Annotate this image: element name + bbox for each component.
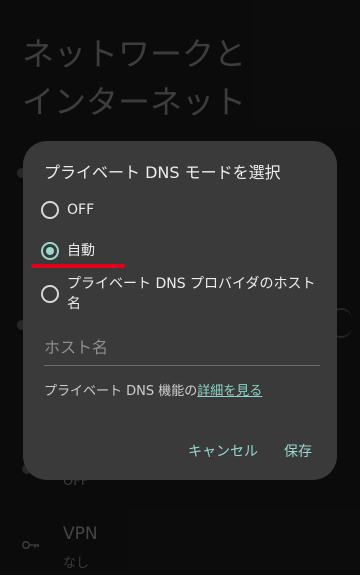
- red-annotation-underline: [31, 264, 125, 268]
- radio-button-auto[interactable]: [41, 242, 59, 260]
- radio-label-off: OFF: [67, 202, 95, 218]
- radio-option-auto[interactable]: 自動: [41, 241, 331, 263]
- hostname-field[interactable]: [44, 333, 320, 366]
- save-button[interactable]: 保存: [284, 441, 312, 461]
- cancel-button[interactable]: キャンセル: [188, 441, 258, 461]
- info-text: プライベート DNS 機能の詳細を見る: [44, 380, 262, 399]
- radio-button-off[interactable]: [41, 201, 59, 219]
- private-dns-dialog: プライベート DNS モードを選択 OFF 自動 プライベート DNS プロバイ…: [23, 141, 337, 480]
- radio-option-off[interactable]: OFF: [41, 200, 331, 222]
- radio-label-hostname-line1: プライベート DNS プロバイダのホスト: [67, 276, 316, 292]
- radio-button-hostname[interactable]: [41, 285, 59, 303]
- hostname-input[interactable]: [44, 333, 314, 361]
- radio-label-hostname-line2: 名: [67, 296, 81, 312]
- radio-label-auto: 自動: [67, 243, 95, 259]
- info-text-prefix: プライベート DNS 機能の: [44, 384, 198, 399]
- radio-option-hostname[interactable]: プライベート DNS プロバイダのホスト 名: [41, 274, 331, 316]
- learn-more-link[interactable]: 詳細を見る: [197, 384, 262, 399]
- dialog-title: プライベート DNS モードを選択: [44, 163, 281, 182]
